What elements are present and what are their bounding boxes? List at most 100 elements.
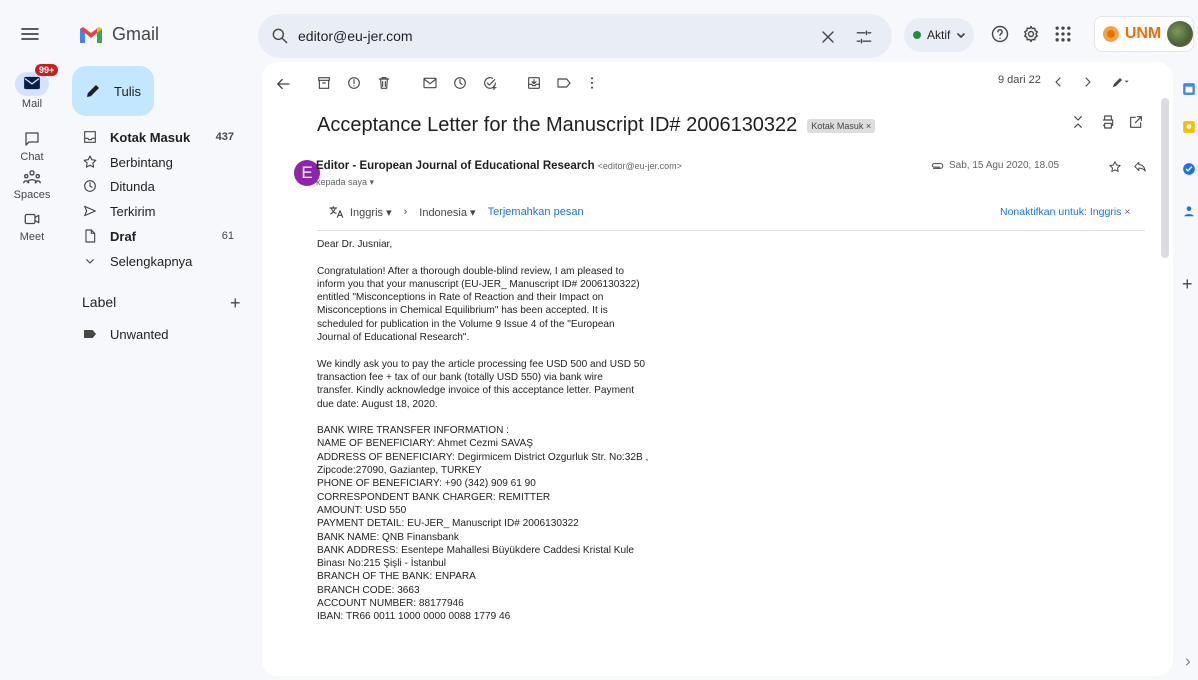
sender-email: <editor@eu-jer.com> (597, 161, 682, 171)
translate-message-link[interactable]: Terjemahkan pesan (488, 206, 584, 218)
meet-icon (24, 213, 40, 225)
nav-starred[interactable]: Berbintang (72, 150, 250, 174)
subject-text: Acceptance Letter for the Manuscript ID#… (317, 114, 798, 136)
body-paragraph-payment: We kindly ask you to pay the article pro… (317, 358, 646, 410)
nav-count: 61 (221, 230, 234, 242)
gmail-logo[interactable]: Gmail (78, 24, 159, 45)
divider (317, 230, 1145, 231)
search-icon[interactable] (270, 26, 290, 46)
prev-page-icon[interactable] (1050, 74, 1066, 90)
nav-label: Berbintang (110, 154, 173, 170)
trash-icon[interactable] (376, 75, 392, 91)
nav-inbox[interactable]: Kotak Masuk 437 (72, 125, 250, 149)
date-text: Sab, 15 Agu 2020, 18.05 (949, 160, 1060, 171)
nav-label: Kotak Masuk (110, 129, 191, 145)
compose-label: Tulis (114, 83, 141, 99)
search-bar[interactable]: editor@eu-jer.com (258, 14, 892, 58)
rail-chat[interactable]: Chat (0, 130, 64, 163)
tasks-icon[interactable] (1182, 162, 1196, 176)
body-greeting: Dear Dr. Jusniar, (317, 239, 393, 250)
nav-snoozed[interactable]: Ditunda (72, 174, 250, 198)
nav-label: Terkirim (110, 203, 156, 219)
snooze-clock-icon[interactable] (452, 75, 468, 91)
expand-side-panel-icon[interactable] (1182, 656, 1194, 668)
chevron-down-icon (957, 33, 966, 38)
recipient-dropdown[interactable]: kepada saya ▾ (316, 177, 374, 188)
label-icon[interactable] (556, 75, 572, 91)
translate-arrow: › (403, 206, 408, 218)
inbox-icon (84, 131, 96, 143)
disable-translate-link[interactable]: Nonaktifkan untuk: Inggris × (1000, 206, 1130, 218)
add-task-icon[interactable] (482, 75, 498, 91)
search-options-icon[interactable] (854, 27, 874, 47)
draft-icon (85, 229, 96, 243)
archive-icon[interactable] (316, 75, 332, 91)
add-label-button[interactable]: + (230, 293, 241, 314)
move-to-icon[interactable] (526, 75, 542, 91)
scrollbar-thumb[interactable] (1161, 98, 1169, 258)
pencil-icon (87, 85, 99, 97)
label-unwanted[interactable]: Unwanted (72, 322, 250, 346)
status-dot (913, 31, 921, 39)
nav-label: Draf (110, 228, 137, 244)
sender-name: Editor - European Journal of Educational… (316, 160, 595, 172)
report-spam-icon[interactable] (346, 75, 362, 91)
account-label: UNM (1124, 25, 1162, 42)
nav-drafts[interactable]: Draf 61 (72, 224, 250, 248)
nav-label: Selengkapnya (110, 253, 193, 269)
reply-icon[interactable] (1133, 160, 1147, 174)
translate-icon (329, 206, 344, 218)
spaces-icon (23, 170, 41, 184)
disable-translate-text: Nonaktifkan untuk: Inggris (1000, 206, 1122, 218)
nav-sent[interactable]: Terkirim (72, 199, 250, 223)
star-icon[interactable] (1108, 160, 1122, 174)
compose-button[interactable]: Tulis (72, 66, 154, 116)
sender-line[interactable]: Editor - European Journal of Educational… (316, 160, 682, 172)
clear-search-icon[interactable] (818, 27, 838, 47)
rail-meet[interactable]: Meet (0, 210, 64, 243)
email-body: Dear Dr. Jusniar, Congratulation! After … (317, 238, 757, 637)
nav-more[interactable]: Selengkapnya (72, 249, 250, 273)
rail-label-chat: Chat (20, 151, 44, 163)
status-label: Aktif (927, 28, 951, 42)
chevron-down-icon (86, 259, 94, 264)
labels-heading: Label (82, 294, 117, 310)
keep-icon[interactable] (1182, 120, 1196, 134)
next-page-icon[interactable] (1080, 74, 1096, 90)
back-arrow-icon[interactable] (274, 75, 292, 93)
settings-gear-icon[interactable] (1021, 24, 1041, 44)
gmail-icon (80, 26, 102, 43)
body-bank-info: BANK WIRE TRANSFER INFORMATION : NAME OF… (317, 425, 649, 623)
more-vert-icon[interactable] (584, 75, 600, 91)
search-input[interactable]: editor@eu-jer.com (298, 28, 413, 44)
app-name: Gmail (112, 24, 160, 44)
nav-label: Unwanted (110, 326, 169, 342)
source-language-dropdown[interactable]: Inggris ▾ (350, 206, 392, 219)
rail-mail[interactable]: 99+ Mail (0, 64, 64, 110)
main-menu-icon[interactable] (18, 22, 42, 46)
pagination-text: 9 dari 22 (998, 74, 1041, 86)
nav-count: 437 (215, 131, 234, 143)
apps-grid-icon[interactable] (1053, 24, 1073, 44)
email-panel: 9 dari 22 Acceptance Letter for the Manu… (262, 62, 1173, 676)
avatar[interactable] (1167, 21, 1193, 47)
rail-spaces[interactable]: Spaces (0, 168, 64, 201)
help-icon[interactable] (990, 24, 1010, 44)
account-switcher[interactable]: UNM (1094, 16, 1194, 52)
add-addon-button[interactable]: + (1182, 274, 1193, 295)
inbox-label-chip[interactable]: Kotak Masuk × (807, 118, 876, 133)
rail-label-spaces: Spaces (13, 189, 51, 201)
print-icon[interactable] (1100, 114, 1116, 130)
label-tag-icon (84, 330, 96, 338)
close-icon[interactable]: × (1124, 206, 1130, 218)
collapse-all-icon[interactable] (1070, 114, 1086, 130)
open-new-window-icon[interactable] (1128, 114, 1144, 130)
calendar-icon[interactable] (1182, 82, 1196, 96)
unm-logo-icon (1102, 26, 1119, 42)
target-language-dropdown[interactable]: Indonesia ▾ (419, 206, 475, 219)
contacts-icon[interactable] (1182, 204, 1196, 218)
input-tools-icon[interactable] (1108, 74, 1132, 90)
status-selector[interactable]: Aktif (904, 18, 974, 52)
mark-unread-icon[interactable] (422, 75, 438, 91)
unread-badge: 99+ (35, 64, 59, 76)
